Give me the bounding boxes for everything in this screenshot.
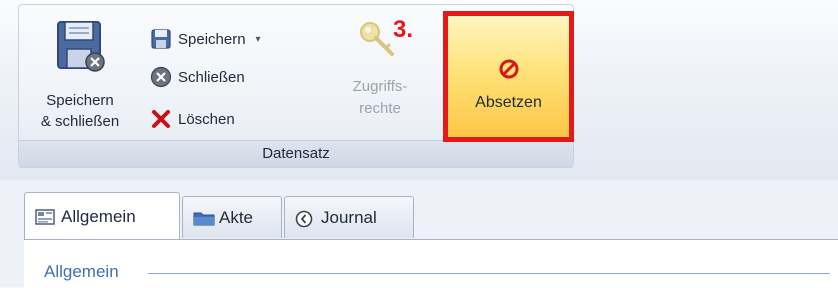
tab-akte-label: Akte xyxy=(219,207,254,227)
tab-journal[interactable]: Journal xyxy=(284,196,414,238)
tab-journal-label: Journal xyxy=(321,207,377,227)
delete-label: Löschen xyxy=(178,110,235,128)
close-button[interactable]: Schließen xyxy=(150,64,245,90)
floppy-disk-close-icon xyxy=(57,21,105,72)
save-button[interactable]: Speichern ▾ xyxy=(150,26,261,52)
folder-icon xyxy=(193,210,215,226)
tab-akte[interactable]: Akte xyxy=(182,196,282,238)
access-rights-label: Zugriffs- rechte xyxy=(352,78,408,117)
floppy-disk-icon xyxy=(150,28,172,50)
absetzen-label: Absetzen xyxy=(475,94,542,111)
tab-allgemein[interactable]: Allgemein xyxy=(24,192,180,240)
no-entry-icon xyxy=(498,58,520,80)
close-circle-icon xyxy=(150,66,172,88)
save-dropdown-arrow-icon[interactable]: ▾ xyxy=(256,34,261,45)
delete-button[interactable]: Löschen xyxy=(150,106,235,132)
form-icon xyxy=(35,208,55,225)
step-number-badge: 3. xyxy=(393,16,414,43)
tab-panel xyxy=(24,239,838,288)
clock-icon xyxy=(295,210,315,227)
absetzen-button[interactable]: Absetzen xyxy=(443,11,574,142)
section-divider xyxy=(148,273,830,274)
red-x-icon xyxy=(150,108,172,130)
save-label: Speichern xyxy=(178,30,246,48)
save-and-close-label: Speichern & schließen xyxy=(40,92,120,130)
access-rights-button[interactable]: Zugriffs- rechte xyxy=(330,10,430,136)
save-and-close-button[interactable]: Speichern & schließen xyxy=(26,10,134,136)
section-heading: Allgemein xyxy=(44,262,119,281)
group-label: Datensatz xyxy=(19,140,573,167)
tab-allgemein-label: Allgemein xyxy=(61,206,136,226)
close-label: Schließen xyxy=(178,68,245,86)
